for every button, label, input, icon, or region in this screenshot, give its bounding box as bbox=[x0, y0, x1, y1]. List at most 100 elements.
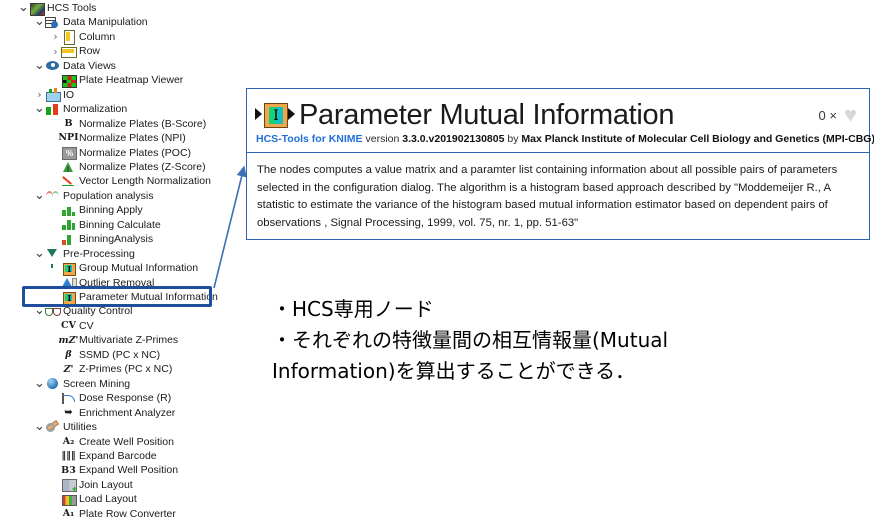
tree-item-ssmd-pc-x-nc[interactable]: β SSMD (PC x NC) bbox=[50, 348, 160, 362]
tree-item-label: Normalize Plates (B-Score) bbox=[79, 117, 207, 130]
mutual-information-node-icon: I bbox=[61, 291, 76, 305]
tree-item-load-layout[interactable]: Load Layout bbox=[50, 492, 137, 506]
tree-item-z-primes-pc-x-nc[interactable]: Z' Z-Primes (PC x NC) bbox=[50, 362, 173, 376]
favorite-count: 0 × bbox=[818, 107, 837, 123]
chevron-down-icon[interactable]: ⌄ bbox=[34, 59, 45, 72]
plate-heatmap-icon bbox=[61, 74, 77, 88]
create-well-position-icon: A₂ bbox=[62, 435, 75, 447]
enrichment-analyzer-icon: ➥ bbox=[64, 406, 73, 418]
tree-item-join-layout[interactable]: Join Layout bbox=[50, 478, 133, 494]
tree-item-create-well-position[interactable]: A₂ Create Well Position bbox=[50, 435, 174, 449]
tree-item-label: Outlier Removal bbox=[79, 276, 155, 289]
io-icon bbox=[45, 88, 61, 103]
tree-item-row[interactable]: › Row bbox=[50, 44, 100, 58]
tree-item-expand-well-position[interactable]: B3 Expand Well Position bbox=[50, 463, 178, 477]
tree-item-label: Data Views bbox=[63, 59, 116, 72]
normalization-icon bbox=[45, 103, 60, 116]
tree-item-expand-barcode[interactable]: ‖‖‖ Expand Barcode bbox=[50, 449, 156, 463]
tree-item-label: Vector Length Normalization bbox=[79, 175, 211, 188]
tree-item-normalize-plates-z-score[interactable]: Normalize Plates (Z-Score) bbox=[50, 160, 206, 174]
tree-item-label: Plate Row Converter bbox=[79, 507, 176, 520]
chevron-right-icon[interactable]: › bbox=[50, 31, 61, 42]
tree-item-quality-control[interactable]: ⌄ Quality Control bbox=[34, 304, 132, 318]
tree-item-plate-row-converter[interactable]: A₁ Plate Row Converter bbox=[50, 507, 176, 521]
dose-response-icon bbox=[61, 392, 76, 405]
tree-item-binning-apply[interactable]: Binning Apply bbox=[50, 203, 143, 217]
tree-item-label: Row bbox=[79, 45, 101, 58]
tree-item-normalize-plates-b-score[interactable]: B Normalize Plates (B-Score) bbox=[50, 117, 206, 131]
tree-item-hcs-tools[interactable]: ⌄ HCS Tools bbox=[18, 1, 96, 16]
tree-item-label: Binning Apply bbox=[79, 204, 143, 217]
tree-item-data-manipulation[interactable]: ⌄ Data Manipulation bbox=[34, 15, 148, 29]
tree-item-binninganalysis[interactable]: BinningAnalysis bbox=[50, 232, 153, 246]
tree-item-group-mutual-information[interactable]: I Group Mutual Information bbox=[50, 261, 198, 276]
plate-row-converter-icon: A₁ bbox=[62, 508, 75, 519]
tree-item-outlier-removal[interactable]: Outlier Removal bbox=[50, 276, 154, 290]
tree-item-label: Quality Control bbox=[63, 305, 133, 318]
chevron-right-icon[interactable]: › bbox=[34, 89, 45, 100]
chevron-down-icon[interactable]: ⌄ bbox=[34, 15, 45, 28]
tree-item-label: Join Layout bbox=[79, 478, 133, 491]
join-layout-icon bbox=[61, 478, 77, 494]
chevron-down-icon[interactable]: ⌄ bbox=[34, 102, 45, 115]
tree-item-label: Load Layout bbox=[79, 493, 137, 506]
tree-item-dose-response-r[interactable]: Dose Response (R) bbox=[50, 391, 171, 405]
tree-item-parameter-mutual-information[interactable]: I Parameter Mutual Information bbox=[50, 290, 218, 305]
tree-item-label: Parameter Mutual Information bbox=[79, 291, 218, 303]
tree-item-binning-calculate[interactable]: Binning Calculate bbox=[50, 218, 161, 232]
tree-item-plate-heatmap-viewer[interactable]: Plate Heatmap Viewer bbox=[50, 73, 183, 88]
z-primes-icon: Z' bbox=[63, 363, 74, 375]
node-icon-body: I bbox=[264, 103, 288, 128]
tree-item-label: Population analysis bbox=[63, 189, 154, 202]
chevron-down-icon[interactable]: ⌄ bbox=[34, 377, 45, 390]
tree-item-enrichment-analyzer[interactable]: ➥ Enrichment Analyzer bbox=[50, 406, 176, 420]
tree-item-population-analysis[interactable]: ⌄ Population analysis bbox=[34, 189, 153, 203]
tree-item-column[interactable]: › Column bbox=[50, 30, 116, 46]
tree-item-label: BinningAnalysis bbox=[79, 233, 154, 246]
tree-item-label: CV bbox=[79, 319, 94, 332]
chevron-down-icon[interactable]: ⌄ bbox=[34, 247, 45, 260]
tree-item-label: Data Manipulation bbox=[63, 16, 148, 29]
tree-item-label: IO bbox=[63, 88, 75, 101]
column-icon bbox=[61, 30, 76, 46]
tree-item-screen-mining[interactable]: ⌄ Screen Mining bbox=[34, 377, 130, 391]
node-repository-tree[interactable]: ⌄ HCS Tools ⌄ Data Manipulation › Column › Row ⌄… bbox=[0, 0, 244, 520]
tree-item-cv[interactable]: CV CV bbox=[50, 319, 94, 333]
tree-item-label: Expand Well Position bbox=[79, 464, 179, 477]
pre-processing-funnel-icon bbox=[45, 247, 60, 269]
poc-percent-icon: % bbox=[61, 146, 77, 160]
z-score-bell-icon bbox=[61, 160, 76, 173]
tree-item-normalize-plates-poc[interactable]: % Normalize Plates (POC) bbox=[50, 146, 191, 160]
binning-analysis-icon bbox=[61, 233, 76, 246]
chevron-down-icon[interactable]: ⌄ bbox=[18, 1, 29, 14]
heart-icon[interactable]: ♥ bbox=[844, 104, 857, 126]
utilities-wrench-icon bbox=[45, 421, 60, 434]
tree-item-io[interactable]: › IO bbox=[34, 88, 75, 103]
multivariate-z-primes-icon: mZ' bbox=[58, 334, 79, 346]
tree-item-pre-processing[interactable]: ⌄ Pre-Processing bbox=[34, 247, 135, 269]
tree-item-multivariate-z-primes[interactable]: mZ' Multivariate Z-Primes bbox=[50, 333, 179, 347]
chevron-down-icon[interactable]: ⌄ bbox=[34, 189, 45, 202]
cv-icon: CV bbox=[61, 320, 76, 332]
tree-item-vector-length-normalization[interactable]: Vector Length Normalization bbox=[50, 174, 211, 188]
tree-item-label: Multivariate Z-Primes bbox=[79, 334, 179, 347]
chevron-down-icon[interactable]: ⌄ bbox=[34, 420, 45, 433]
tree-item-normalization[interactable]: ⌄ Normalization bbox=[34, 102, 127, 116]
tree-item-normalize-plates-npi[interactable]: NPI Normalize Plates (NPI) bbox=[50, 131, 185, 145]
japanese-annotation: ・HCS専用ノード ・それぞれの特徴量間の相互情報量(Mutual Inform… bbox=[272, 297, 669, 383]
binning-apply-icon bbox=[61, 204, 76, 217]
tree-item-label: Column bbox=[79, 30, 116, 43]
favorite-control[interactable]: 0 × ♥ bbox=[819, 104, 860, 126]
page-title: Parameter Mutual Information bbox=[299, 98, 675, 131]
expand-barcode-icon: ‖‖‖ bbox=[61, 450, 76, 462]
node-description-panel: I Parameter Mutual Information 0 × ♥ HCS… bbox=[246, 88, 874, 240]
ssmd-beta-icon: β bbox=[65, 349, 72, 361]
tree-item-utilities[interactable]: ⌄ Utilities bbox=[34, 420, 97, 434]
chevron-down-icon[interactable]: ⌄ bbox=[34, 304, 45, 317]
expand-well-position-icon: B3 bbox=[61, 464, 76, 476]
panel-header: I Parameter Mutual Information 0 × ♥ bbox=[247, 89, 869, 137]
chevron-right-icon[interactable]: › bbox=[50, 46, 61, 57]
tree-item-label: Screen Mining bbox=[63, 377, 131, 390]
tree-item-data-views[interactable]: ⌄ Data Views bbox=[34, 59, 116, 73]
hcs-tools-icon bbox=[29, 2, 45, 16]
